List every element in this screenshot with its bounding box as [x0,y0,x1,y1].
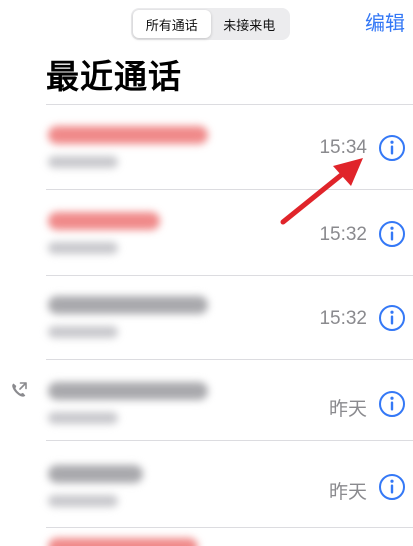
blurred-contact-name [48,296,208,314]
blurred-call-label [48,495,118,507]
outgoing-call-icon [12,382,27,397]
call-time: 昨天 [328,399,367,420]
call-time: 15:32 [319,308,367,329]
call-row[interactable]: 15:32 [0,190,413,276]
blurred-call-label [48,326,118,338]
segment-missed-calls[interactable]: 未接来电 [211,10,289,38]
blurred-call-label [48,412,118,424]
info-circle-icon[interactable] [378,134,406,162]
call-row[interactable]: 昨天 [0,441,413,527]
call-row[interactable]: 15:34 [0,104,413,190]
call-time: 15:32 [319,224,367,245]
info-circle-icon[interactable] [378,220,406,248]
blurred-contact-name [48,538,198,546]
info-circle-icon[interactable] [378,473,406,501]
call-row[interactable]: 15:32 [0,276,413,362]
blurred-contact-name [48,465,143,483]
call-time: 15:34 [319,137,367,158]
blurred-contact-name [48,126,208,144]
call-filter-segmented-control[interactable]: 所有通话 未接来电 [131,8,290,40]
call-row[interactable]: 昨天 [0,360,413,446]
info-circle-icon[interactable] [378,390,406,418]
blurred-call-label [48,242,118,254]
segment-all-calls[interactable]: 所有通话 [133,10,211,38]
recents-screen: 所有通话 未接来电 编辑 最近通话 15:34 15:32 15:32 昨天 昨… [0,0,413,546]
edit-button[interactable]: 编辑 [365,8,405,38]
call-time: 昨天 [328,482,367,503]
blurred-contact-name [48,212,160,230]
page-title: 最近通话 [46,57,182,96]
call-row[interactable] [0,528,413,546]
blurred-call-label [48,156,118,168]
info-circle-icon[interactable] [378,304,406,332]
blurred-contact-name [48,382,208,400]
